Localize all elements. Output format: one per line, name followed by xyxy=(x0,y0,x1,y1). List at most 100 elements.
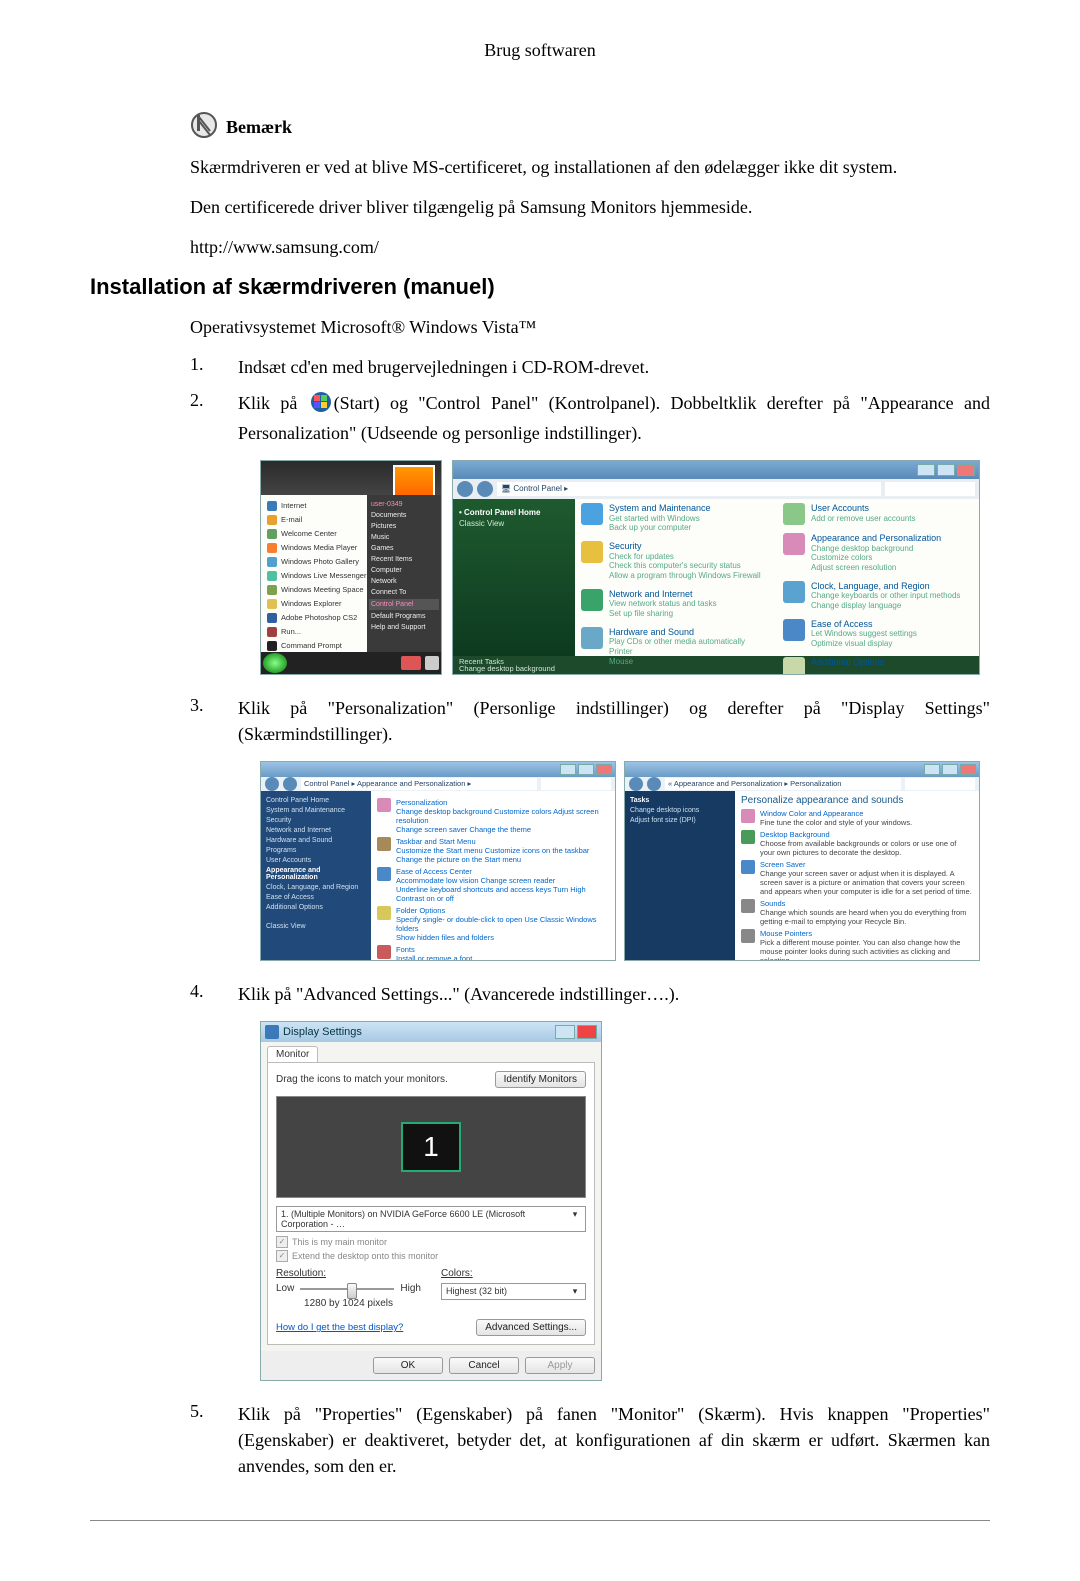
best-display-link[interactable]: How do I get the best display? xyxy=(276,1322,476,1333)
resolution-slider[interactable]: Low High xyxy=(276,1283,421,1294)
security-icon xyxy=(581,541,603,563)
pz-entry[interactable]: Screen SaverChange your screen saver or … xyxy=(741,860,973,896)
cp-entry[interactable]: System and MaintenanceGet started with W… xyxy=(581,503,771,533)
step-3-body: Klik på "Personalization" (Personlige in… xyxy=(238,695,990,747)
start-side-item[interactable]: Recent Items xyxy=(371,554,437,565)
monitor-select[interactable]: 1. (Multiple Monitors) on NVIDIA GeForce… xyxy=(276,1206,586,1232)
start-side-item[interactable]: Music xyxy=(371,532,437,543)
sb-item[interactable]: Hardware and Sound xyxy=(266,835,366,845)
identify-monitors-button[interactable]: Identify Monitors xyxy=(495,1071,586,1088)
app-icon xyxy=(267,515,277,525)
monitor-preview[interactable]: 1 xyxy=(276,1096,586,1198)
lock-button[interactable] xyxy=(425,656,439,670)
start-side-item[interactable]: Network xyxy=(371,576,437,587)
pz-entry[interactable]: Mouse PointersPick a different mouse poi… xyxy=(741,929,973,961)
maximize-button[interactable] xyxy=(937,464,955,476)
cp-entry[interactable]: User AccountsAdd or remove user accounts xyxy=(783,503,973,525)
ap-entry[interactable]: Folder OptionsSpecify single- or double-… xyxy=(377,906,609,942)
start-side-item[interactable]: Computer xyxy=(371,565,437,576)
sb-item[interactable]: User Accounts xyxy=(266,855,366,865)
back-button[interactable] xyxy=(265,777,279,791)
close-button[interactable] xyxy=(577,1025,597,1039)
cp-entry-sub: Add or remove user accounts xyxy=(811,514,916,524)
start-orb-icon[interactable] xyxy=(263,653,287,673)
sb-item[interactable]: Classic View xyxy=(266,921,366,931)
app-icon xyxy=(267,543,277,553)
cp-entry[interactable]: Clock, Language, and RegionChange keyboa… xyxy=(783,581,973,611)
app-icon xyxy=(267,585,277,595)
forward-button[interactable] xyxy=(647,777,661,791)
maximize-button[interactable] xyxy=(578,764,594,775)
cancel-button[interactable]: Cancel xyxy=(449,1357,519,1374)
window-titlebar xyxy=(261,762,615,777)
sidebar-classic-view[interactable]: Classic View xyxy=(459,518,569,529)
cp-entry[interactable]: Ease of AccessLet Windows suggest settin… xyxy=(783,619,973,649)
sb-item[interactable]: Programs xyxy=(266,845,366,855)
forward-button[interactable] xyxy=(477,481,493,497)
forward-button[interactable] xyxy=(283,777,297,791)
start-side-item[interactable]: Documents xyxy=(371,510,437,521)
minimize-button[interactable] xyxy=(560,764,576,775)
close-button[interactable] xyxy=(596,764,612,775)
start-side-item[interactable]: Games xyxy=(371,543,437,554)
start-side-item[interactable]: Pictures xyxy=(371,521,437,532)
ap-entry[interactable]: FontsInstall or remove a font xyxy=(377,945,609,961)
display-settings-icon xyxy=(265,1025,279,1039)
task-item[interactable]: Adjust font size (DPI) xyxy=(630,815,730,825)
start-side-item[interactable]: Connect To xyxy=(371,587,437,598)
cp-entry[interactable]: SecurityCheck for updates Check this com… xyxy=(581,541,771,581)
tab-monitor[interactable]: Monitor xyxy=(267,1046,318,1062)
start-side-control-panel[interactable]: Control Panel xyxy=(369,599,439,610)
ap-entry[interactable]: Taskbar and Start MenuCustomize the Star… xyxy=(377,837,609,864)
cp-entry[interactable]: Network and InternetView network status … xyxy=(581,589,771,619)
app-icon xyxy=(267,501,277,511)
ok-button[interactable]: OK xyxy=(373,1357,443,1374)
sb-item[interactable]: Ease of Access xyxy=(266,892,366,902)
power-button[interactable] xyxy=(401,656,421,670)
cp-entry[interactable]: Additional Options xyxy=(783,657,973,675)
address-field[interactable]: Control Panel ▸ Appearance and Personali… xyxy=(301,778,537,790)
start-side-item[interactable]: Help and Support xyxy=(371,622,437,633)
step-2-post: (Start) og "Control Panel" (Kontrolpanel… xyxy=(238,393,990,442)
ap-entry[interactable]: Ease of Access CenterAccommodate low vis… xyxy=(377,867,609,903)
start-side-item[interactable]: user-0349 xyxy=(371,499,437,510)
sb-item[interactable]: Security xyxy=(266,815,366,825)
sb-item[interactable]: Clock, Language, and Region xyxy=(266,882,366,892)
screenshot-start-menu-control-panel: Internet E-mail Welcome Center Windows M… xyxy=(260,460,980,675)
address-field[interactable]: « Appearance and Personalization ▸ Perso… xyxy=(665,778,901,790)
app-icon xyxy=(267,557,277,567)
cp-entry-title: System and Maintenance xyxy=(609,503,711,514)
maximize-button[interactable] xyxy=(942,764,958,775)
back-button[interactable] xyxy=(629,777,643,791)
colors-select[interactable]: Highest (32 bit)▾ xyxy=(441,1283,586,1300)
cp-entry[interactable]: Hardware and SoundPlay CDs or other medi… xyxy=(581,627,771,667)
search-input[interactable] xyxy=(885,482,975,496)
sb-item[interactable]: Network and Internet xyxy=(266,825,366,835)
pz-entry[interactable]: SoundsChange which sounds are heard when… xyxy=(741,899,973,926)
sb-item[interactable]: Additional Options xyxy=(266,902,366,912)
slider-thumb[interactable] xyxy=(347,1283,357,1299)
advanced-settings-button[interactable]: Advanced Settings... xyxy=(476,1319,586,1336)
dialog-title: Display Settings xyxy=(283,1026,553,1038)
close-button[interactable] xyxy=(960,764,976,775)
task-item[interactable]: Change desktop icons xyxy=(630,805,730,815)
address-field[interactable]: 🖥 Control Panel ▸ xyxy=(497,482,881,496)
close-button[interactable] xyxy=(957,464,975,476)
back-button[interactable] xyxy=(457,481,473,497)
minimize-button[interactable] xyxy=(917,464,935,476)
pz-entry[interactable]: Window Color and AppearanceFine tune the… xyxy=(741,809,973,827)
minimize-button[interactable] xyxy=(924,764,940,775)
pz-entry[interactable]: Desktop BackgroundChoose from available … xyxy=(741,830,973,857)
sb-item[interactable]: Control Panel Home xyxy=(266,795,366,805)
sb-item[interactable]: System and Maintenance xyxy=(266,805,366,815)
cp-entry[interactable]: Appearance and PersonalizationChange des… xyxy=(783,533,973,573)
colors-label: Colors: xyxy=(441,1268,473,1279)
monitor-icon[interactable]: 1 xyxy=(401,1122,461,1172)
ap-entry[interactable]: PersonalizationChange desktop background… xyxy=(377,798,609,834)
search-input[interactable] xyxy=(541,778,611,790)
search-input[interactable] xyxy=(905,778,975,790)
fonts-icon xyxy=(377,945,391,959)
help-button[interactable] xyxy=(555,1025,575,1039)
start-side-item[interactable]: Default Programs xyxy=(371,611,437,622)
app-icon xyxy=(267,571,277,581)
